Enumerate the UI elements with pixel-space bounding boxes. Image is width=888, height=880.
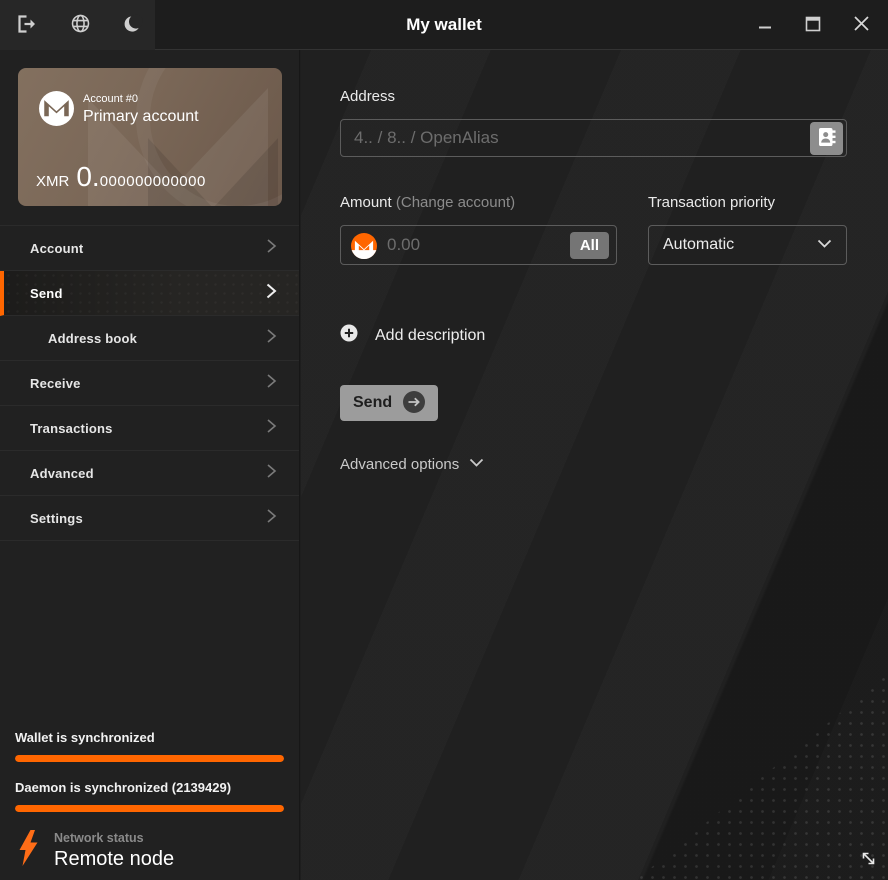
balance-whole: 0. (76, 161, 100, 192)
resize-diagonal-icon (860, 852, 877, 871)
minimize-button[interactable] (748, 8, 782, 42)
account-info: Account #0 Primary account (83, 93, 199, 126)
account-number: Account #0 (83, 93, 139, 105)
sidebar-item-receive[interactable]: Receive (0, 361, 299, 406)
network-status-text: Network status Remote node (54, 830, 174, 871)
monero-logo-icon (39, 91, 74, 126)
sync-status-panel: Wallet is synchronized Daemon is synchro… (15, 730, 284, 871)
advanced-options-label: Advanced options (340, 455, 460, 473)
wallet-window: My wallet Account #0 Primary account XMR… (0, 0, 888, 880)
address-label: Address (340, 88, 396, 105)
sidebar-item-label: Address book (48, 330, 138, 346)
logout-icon (16, 14, 38, 37)
language-button[interactable] (68, 11, 93, 39)
add-description-button[interactable]: Add description (340, 324, 485, 347)
sidebar-item-settings[interactable]: Settings (0, 496, 299, 541)
close-icon (853, 15, 870, 35)
resize-handle[interactable] (860, 850, 877, 872)
priority-selected-value: Automatic (663, 236, 735, 253)
sidebar-item-label: Send (30, 285, 63, 301)
change-account-link[interactable]: (Change account) (396, 194, 515, 211)
titlebar: My wallet (0, 0, 888, 50)
sidebar-item-label: Receive (30, 375, 81, 391)
sidebar-item-transactions[interactable]: Transactions (0, 406, 299, 451)
send-form: Address 4.. / 8.. / OpenAlias Amount (Ch… (340, 50, 847, 473)
window-controls (748, 0, 878, 50)
sidebar-item-label: Account (30, 240, 84, 256)
theme-toggle-button[interactable] (121, 12, 145, 39)
advanced-options-toggle[interactable]: Advanced options (340, 455, 484, 473)
chevron-right-icon (266, 328, 277, 349)
send-button-label: Send (353, 394, 393, 411)
amount-priority-row: Amount (Change account) All Tra (340, 194, 847, 265)
send-button[interactable]: Send (340, 385, 439, 421)
balance: XMR 0. 000000000000 (36, 161, 206, 193)
address-book-button[interactable] (810, 122, 843, 155)
amount-group: Amount (Change account) All (340, 194, 617, 265)
amount-label-row: Amount (Change account) (340, 194, 617, 211)
network-status-label: Network status (54, 831, 144, 845)
priority-group: Transaction priority Automatic (648, 194, 847, 265)
sidebar-item-label: Settings (30, 510, 83, 526)
maximize-icon (805, 16, 821, 35)
plus-circle-icon (340, 324, 358, 347)
titlebar-left-actions (0, 0, 155, 50)
minimize-icon (757, 16, 773, 35)
sidebar-item-send[interactable]: Send (0, 271, 299, 316)
daemon-sync-progressbar (15, 805, 284, 812)
wallet-sync-progress-fill (15, 755, 284, 762)
daemon-sync-progress-fill (15, 805, 284, 812)
balance-currency: XMR (36, 173, 70, 190)
address-input[interactable] (341, 120, 846, 156)
chevron-down-icon (469, 455, 484, 473)
chevron-right-icon (266, 373, 277, 394)
chevron-right-icon (266, 238, 277, 259)
priority-select[interactable]: Automatic (648, 225, 847, 265)
chevron-right-icon (266, 463, 277, 484)
maximize-button[interactable] (796, 8, 830, 42)
amount-field-container: All (340, 225, 617, 265)
globe-icon (70, 13, 91, 37)
arrow-right-circle-icon (403, 390, 426, 416)
lightning-bolt-icon (18, 830, 39, 871)
address-field-container (340, 119, 847, 157)
sidebar-item-advanced[interactable]: Advanced (0, 451, 299, 496)
add-description-label: Add description (375, 326, 486, 344)
close-button[interactable] (844, 8, 878, 42)
sidebar-item-label: Transactions (30, 420, 113, 436)
priority-label: Transaction priority (648, 194, 775, 211)
network-status: Network status Remote node (15, 830, 284, 871)
account-name: Primary account (83, 108, 199, 125)
address-book-icon (817, 127, 837, 150)
amount-label: Amount (340, 194, 392, 211)
chevron-right-icon (266, 508, 277, 529)
send-page: Address 4.. / 8.. / OpenAlias Amount (Ch… (301, 50, 888, 880)
daemon-sync-status: Daemon is synchronized (2139429) (15, 780, 232, 795)
corner-dots-texture (636, 674, 888, 880)
chevron-down-icon (817, 236, 832, 254)
chevron-right-icon (265, 282, 277, 305)
wallet-sync-progressbar (15, 755, 284, 762)
sidebar-menu: Account Send Address book Receive Transa… (0, 225, 299, 541)
account-card[interactable]: Account #0 Primary account XMR 0. 000000… (18, 68, 282, 206)
moon-icon (123, 14, 143, 37)
balance-decimals: 000000000000 (99, 173, 206, 190)
sidebar: Account #0 Primary account XMR 0. 000000… (0, 50, 300, 880)
sidebar-item-address-book[interactable]: Address book (0, 316, 299, 361)
network-status-value: Remote node (54, 848, 175, 870)
sidebar-item-account[interactable]: Account (0, 226, 299, 271)
chevron-right-icon (266, 418, 277, 439)
amount-all-button[interactable]: All (569, 232, 609, 259)
wallet-sync-status: Wallet is synchronized (15, 730, 155, 745)
logout-button[interactable] (14, 12, 40, 39)
sidebar-item-label: Advanced (30, 465, 94, 481)
